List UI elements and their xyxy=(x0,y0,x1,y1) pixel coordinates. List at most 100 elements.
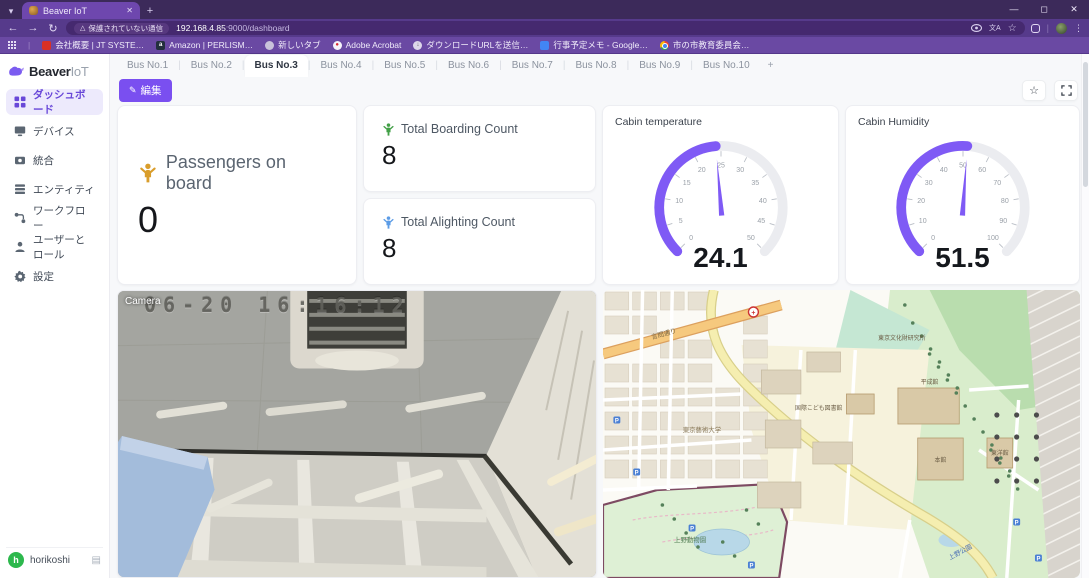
close-button[interactable]: ✕ xyxy=(1059,0,1089,19)
dashboard-tab-bus-no-4[interactable]: Bus No.4 xyxy=(310,55,371,77)
menu-kebab-icon[interactable]: ⋮ xyxy=(1074,23,1083,34)
tab-title: Beaver IoT xyxy=(43,6,121,16)
reload-icon[interactable]: ↻ xyxy=(46,22,60,35)
svg-text:25: 25 xyxy=(717,163,725,170)
logo-text-secondary: IoT xyxy=(71,64,89,79)
tab-search-chevron-icon[interactable]: ▾ xyxy=(0,3,22,19)
pencil-icon: ✎ xyxy=(129,85,137,96)
fullscreen-button[interactable] xyxy=(1054,80,1078,101)
bookmark-item[interactable]: 行事予定メモ - Google… xyxy=(540,39,647,51)
user-section[interactable]: h horikoshi ▤ xyxy=(6,547,103,572)
toolbar-right: | ⋮ xyxy=(1031,23,1083,34)
bookmark-item[interactable]: aAmazon | PERLISM… xyxy=(156,40,253,50)
sidebar-item-label: 設定 xyxy=(33,269,54,284)
address-bar-icons: 文A ☆ xyxy=(971,23,1017,34)
sidebar-item-entity[interactable]: エンティティ xyxy=(6,176,103,202)
svg-text:80: 80 xyxy=(1000,198,1008,205)
svg-text:P: P xyxy=(615,418,619,424)
add-dashboard-tab-button[interactable]: + xyxy=(760,55,782,77)
sidebar-item-device[interactable]: デバイス xyxy=(6,118,103,144)
person-icon xyxy=(382,216,395,229)
svg-text:5: 5 xyxy=(678,218,682,225)
sidebar-item-dashboard[interactable]: ダッシュボード xyxy=(6,89,103,115)
maximize-button[interactable]: ◻ xyxy=(1029,0,1059,19)
map-image: + PPPPPP 言問通り東京藝術大学国際こども図書館平成館本館東洋館東京文化財… xyxy=(603,290,1080,578)
sidebar-item-label: 統合 xyxy=(33,153,54,168)
bookmark-item[interactable]: ●Adobe Acrobat xyxy=(333,40,402,50)
browser-window: ▾ Beaver IoT ✕ + — ◻ ✕ ← → ↻ △ 保護されていない通… xyxy=(0,0,1089,578)
new-tab-button[interactable]: + xyxy=(140,5,160,19)
bookmark-item[interactable]: ↓ダウンロードURLを送信… xyxy=(413,39,528,51)
svg-text:50: 50 xyxy=(747,235,755,242)
bookmark-item[interactable]: 会社概要 | JT SYSTE… xyxy=(42,39,144,51)
dashboard-tab-bus-no-9[interactable]: Bus No.9 xyxy=(629,55,690,77)
svg-text:20: 20 xyxy=(917,198,925,205)
bookmark-item[interactable]: 市の市教育委員会… xyxy=(660,39,750,51)
bottom-row: 06-20 16:16:12 Camera xyxy=(117,290,1080,578)
security-chip[interactable]: △ 保護されていない通信 xyxy=(74,23,169,34)
collapse-sidebar-icon[interactable]: ▤ xyxy=(92,555,101,566)
widget-value: 8 xyxy=(382,142,577,168)
bookmark-item[interactable]: 新しいタブ xyxy=(265,39,321,51)
sidebar-item-user[interactable]: ユーザーとロール xyxy=(6,234,103,260)
svg-text:70: 70 xyxy=(993,180,1001,187)
beaver-logo-icon xyxy=(8,64,25,79)
password-eye-icon[interactable] xyxy=(971,24,982,32)
map-label: 東京藝術大学 xyxy=(683,425,722,434)
forward-icon[interactable]: → xyxy=(26,22,40,34)
dashboard-tab-bus-no-2[interactable]: Bus No.2 xyxy=(181,55,242,77)
map-label: 東洋館 xyxy=(991,449,1009,457)
dashboard-tab-bus-no-7[interactable]: Bus No.7 xyxy=(502,55,563,77)
map-widget[interactable]: + PPPPPP 言問通り東京藝術大学国際こども図書館平成館本館東洋館東京文化財… xyxy=(603,290,1080,578)
page-scrollbar[interactable] xyxy=(1081,54,1089,578)
address-bar[interactable]: △ 保護されていない通信 192.168.4.85:9000/dashboard… xyxy=(66,21,1025,35)
svg-text:60: 60 xyxy=(978,167,986,174)
widget-title: Total Alighting Count xyxy=(401,215,515,229)
temperature-gauge: 05101520253035404550 24.1 xyxy=(623,130,819,280)
svg-text:P: P xyxy=(749,563,753,569)
translate-icon[interactable]: 文A xyxy=(989,23,1001,33)
actions-row: ✎ 編集 ☆ xyxy=(117,77,1080,103)
widgets-row: Passengers on board 0 Total Boarding Cou… xyxy=(117,105,1080,285)
dashboard-icon-buttons: ☆ xyxy=(1022,80,1078,101)
browser-chrome: ▾ Beaver IoT ✕ + — ◻ ✕ ← → ↻ △ 保護されていない通… xyxy=(0,0,1089,54)
camera-feed-image xyxy=(118,291,596,577)
cabin-temperature-widget: Cabin temperature 05101520253035404550 2… xyxy=(602,105,839,285)
back-icon[interactable]: ← xyxy=(6,22,20,34)
passengers-on-board-widget: Passengers on board 0 xyxy=(117,105,357,285)
extensions-icon[interactable] xyxy=(1031,24,1040,33)
dashboard-tab-bus-no-10[interactable]: Bus No.10 xyxy=(693,55,760,77)
settings-gear-icon xyxy=(14,270,26,283)
sidebar-item-integration[interactable]: 統合 xyxy=(6,147,103,173)
dashboard-tab-bus-no-3[interactable]: Bus No.3 xyxy=(245,55,308,77)
count-widgets-stack: Total Boarding Count 8 Total Alighting C… xyxy=(363,105,596,285)
humidity-gauge: 0102030405060708090100 51.5 xyxy=(865,130,1061,280)
person-icon xyxy=(382,123,395,136)
bookmark-star-icon[interactable]: ☆ xyxy=(1008,23,1017,34)
dashboard-tab-bus-no-6[interactable]: Bus No.6 xyxy=(438,55,499,77)
dashboard-tab-bus-no-8[interactable]: Bus No.8 xyxy=(565,55,626,77)
gauge-title: Cabin temperature xyxy=(615,116,826,128)
dashboard-tab-bus-no-5[interactable]: Bus No.5 xyxy=(374,55,435,77)
browser-tab-active[interactable]: Beaver IoT ✕ xyxy=(22,2,140,19)
main-content: Bus No.1|Bus No.2|Bus No.3|Bus No.4|Bus … xyxy=(110,54,1089,578)
chrome-round-icon xyxy=(660,41,669,50)
sidebar-item-workflow[interactable]: ワークフロー xyxy=(6,205,103,231)
total-boarding-widget: Total Boarding Count 8 xyxy=(363,105,596,192)
briefcase-red-icon xyxy=(42,41,51,50)
profile-avatar[interactable] xyxy=(1056,23,1067,34)
app-logo: BeaverIoT xyxy=(6,62,103,89)
sidebar-item-label: ダッシュボード xyxy=(33,87,95,117)
scrollbar-thumb[interactable] xyxy=(1083,62,1088,187)
apps-grid-icon[interactable] xyxy=(8,41,16,49)
dashboard-tab-bus-no-1[interactable]: Bus No.1 xyxy=(117,55,178,77)
favorite-star-button[interactable]: ☆ xyxy=(1022,80,1046,101)
sidebar-item-settings[interactable]: 設定 xyxy=(6,263,103,289)
svg-text:+: + xyxy=(751,310,755,317)
camera-label: Camera xyxy=(125,296,161,307)
edit-button[interactable]: ✎ 編集 xyxy=(119,79,172,102)
tab-close-icon[interactable]: ✕ xyxy=(126,6,133,15)
cabin-humidity-widget: Cabin Humidity 0102030405060708090100 51… xyxy=(845,105,1080,285)
minimize-button[interactable]: — xyxy=(999,0,1029,19)
bookmark-label: ダウンロードURLを送信… xyxy=(426,39,528,51)
